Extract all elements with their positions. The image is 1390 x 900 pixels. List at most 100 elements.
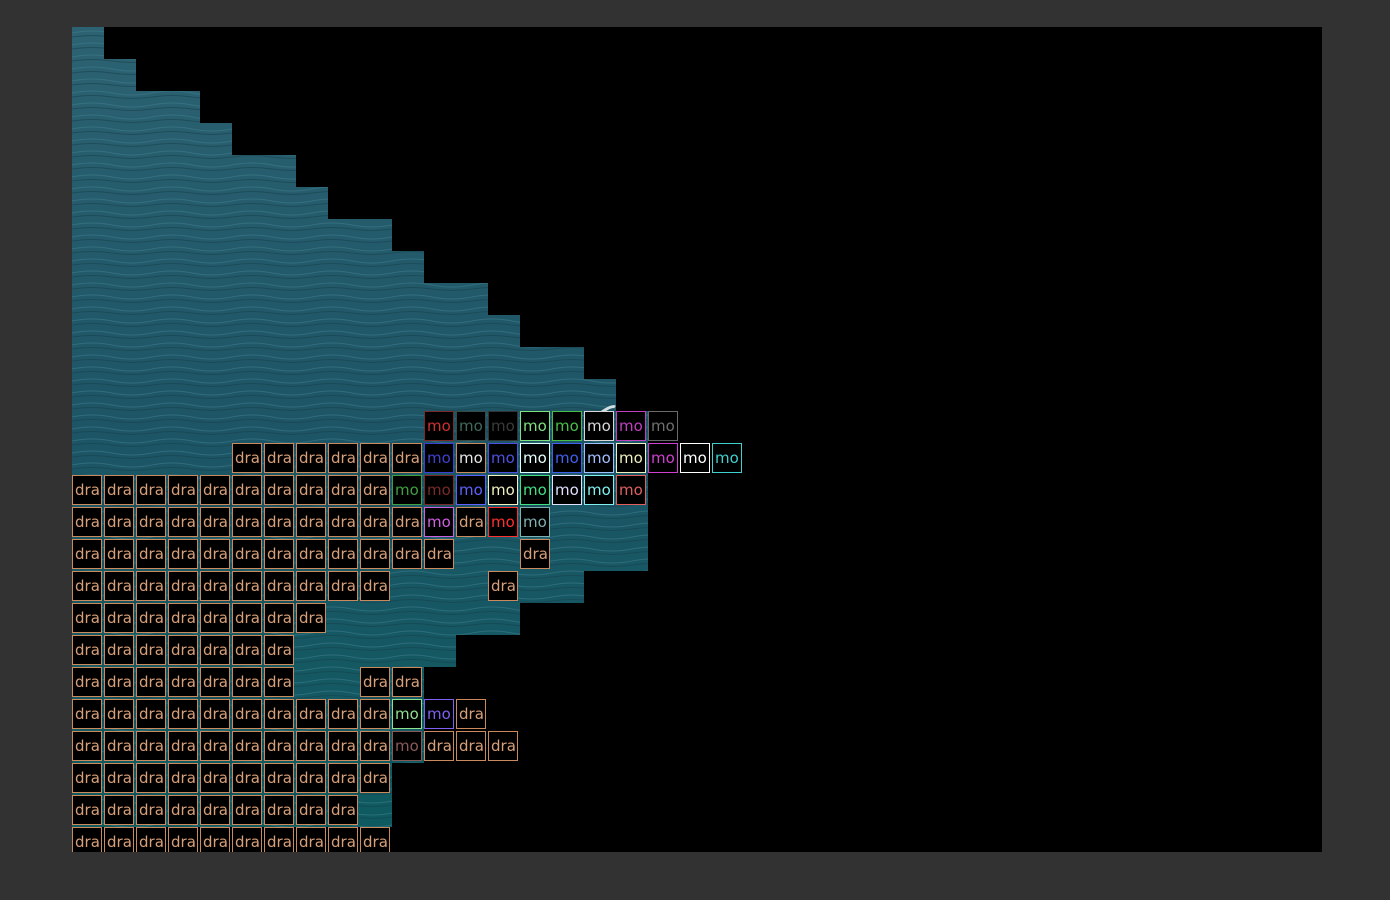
dra-label-tile: dra	[136, 667, 166, 697]
dra-label-tile: dra	[456, 731, 486, 761]
dra-label-tile: dra	[72, 507, 102, 537]
dra-label-tile: dra	[232, 795, 262, 825]
dra-label-tile: dra	[232, 763, 262, 793]
dra-label-tile: dra	[200, 603, 230, 633]
dra-label-tile: dra	[104, 507, 134, 537]
dra-label-tile: dra	[232, 603, 262, 633]
mo-label-tile: mo	[616, 443, 646, 473]
mo-label-tile: mo	[424, 699, 454, 729]
dra-label-tile: dra	[264, 443, 294, 473]
dra-label-tile: dra	[104, 571, 134, 601]
dra-label-tile: dra	[168, 667, 198, 697]
dra-label-tile: dra	[264, 827, 294, 852]
dra-label-tile: dra	[136, 571, 166, 601]
dra-label-tile: dra	[168, 731, 198, 761]
dra-label-tile: dra	[328, 539, 358, 569]
mo-label-tile: mo	[488, 443, 518, 473]
mo-label-tile: mo	[648, 443, 678, 473]
dra-label-tile: dra	[520, 539, 550, 569]
dra-label-tile: dra	[328, 763, 358, 793]
dra-label-tile: dra	[264, 635, 294, 665]
dra-label-tile: dra	[264, 539, 294, 569]
dra-label-tile: dra	[264, 603, 294, 633]
dra-label-tile: dra	[488, 731, 518, 761]
dra-label-tile: dra	[168, 539, 198, 569]
dra-label-tile: dra	[456, 699, 486, 729]
dra-label-tile: dra	[296, 475, 326, 505]
dra-label-tile: dra	[200, 763, 230, 793]
dra-label-tile: dra	[200, 507, 230, 537]
dra-label-tile: dra	[72, 539, 102, 569]
dra-label-tile: dra	[168, 507, 198, 537]
dra-label-tile: dra	[264, 475, 294, 505]
mo-label-tile: mo	[520, 507, 550, 537]
dra-label-tile: dra	[232, 827, 262, 852]
dra-label-tile: dra	[168, 475, 198, 505]
dra-label-tile: dra	[72, 731, 102, 761]
dra-label-tile: dra	[168, 827, 198, 852]
dra-label-tile: dra	[200, 539, 230, 569]
mo-label-tile: mo	[584, 443, 614, 473]
mo-label-tile: mo	[520, 443, 550, 473]
dra-label-tile: dra	[136, 795, 166, 825]
dra-label-tile: dra	[296, 603, 326, 633]
dra-label-tile: dra	[168, 635, 198, 665]
dra-label-tile: dra	[296, 763, 326, 793]
dra-label-tile: dra	[232, 507, 262, 537]
dra-label-tile: dra	[72, 667, 102, 697]
dra-label-tile: dra	[360, 667, 390, 697]
dra-label-tile: dra	[424, 539, 454, 569]
mo-label-tile: mo	[552, 411, 582, 441]
dra-label-tile: dra	[104, 795, 134, 825]
mo-label-tile: mo	[552, 475, 582, 505]
dra-label-tile: dra	[72, 603, 102, 633]
dra-label-tile: dra	[328, 731, 358, 761]
dra-label-tile: dra	[72, 795, 102, 825]
dra-label-tile: dra	[328, 443, 358, 473]
mo-label-tile: mo	[392, 699, 422, 729]
mo-label-tile: mo	[520, 411, 550, 441]
dra-label-tile: dra	[232, 635, 262, 665]
dra-label-tile: dra	[72, 827, 102, 852]
mo-label-tile: mo	[488, 507, 518, 537]
dra-label-tile: dra	[136, 603, 166, 633]
dra-label-tile: dra	[104, 667, 134, 697]
dra-label-tile: dra	[264, 731, 294, 761]
dra-label-tile: dra	[360, 539, 390, 569]
dra-label-tile: dra	[296, 795, 326, 825]
dra-label-tile: dra	[296, 443, 326, 473]
dra-label-tile: dra	[136, 699, 166, 729]
dra-label-tile: dra	[168, 699, 198, 729]
dra-label-tile: dra	[488, 571, 518, 601]
dra-label-tile: dra	[200, 827, 230, 852]
mo-label-tile: mo	[456, 443, 486, 473]
dra-label-tile: dra	[136, 827, 166, 852]
mo-label-tile: mo	[584, 411, 614, 441]
dra-label-tile: dra	[360, 827, 390, 852]
image-canvas[interactable]: mo mo mo mo mo mo mo mo dra dra dra dra dra dra mo mo mo…	[72, 27, 1322, 852]
dra-label-tile: dra	[424, 731, 454, 761]
dra-label-tile: dra	[264, 507, 294, 537]
dra-label-tile: dra	[296, 507, 326, 537]
dra-label-tile: dra	[72, 475, 102, 505]
dra-label-tile: dra	[136, 731, 166, 761]
mo-label-tile: mo	[424, 443, 454, 473]
dra-label-tile: dra	[360, 507, 390, 537]
dra-label-tile: dra	[232, 475, 262, 505]
dra-label-tile: dra	[328, 699, 358, 729]
dra-label-tile: dra	[232, 731, 262, 761]
dra-label-tile: dra	[296, 731, 326, 761]
dra-label-tile: dra	[104, 539, 134, 569]
dra-label-tile: dra	[136, 475, 166, 505]
mo-label-tile: mo	[424, 475, 454, 505]
mo-label-tile: mo	[456, 411, 486, 441]
dra-label-tile: dra	[72, 635, 102, 665]
mo-label-tile: mo	[616, 475, 646, 505]
dra-label-tile: dra	[200, 699, 230, 729]
dra-label-tile: dra	[360, 731, 390, 761]
dra-label-tile: dra	[264, 667, 294, 697]
mo-label-tile: mo	[392, 475, 422, 505]
tile-grid: mo mo mo mo mo mo mo mo dra dra dra dra dra dra mo mo mo…	[72, 27, 1322, 852]
dra-label-tile: dra	[168, 795, 198, 825]
mo-label-tile: mo	[648, 411, 678, 441]
